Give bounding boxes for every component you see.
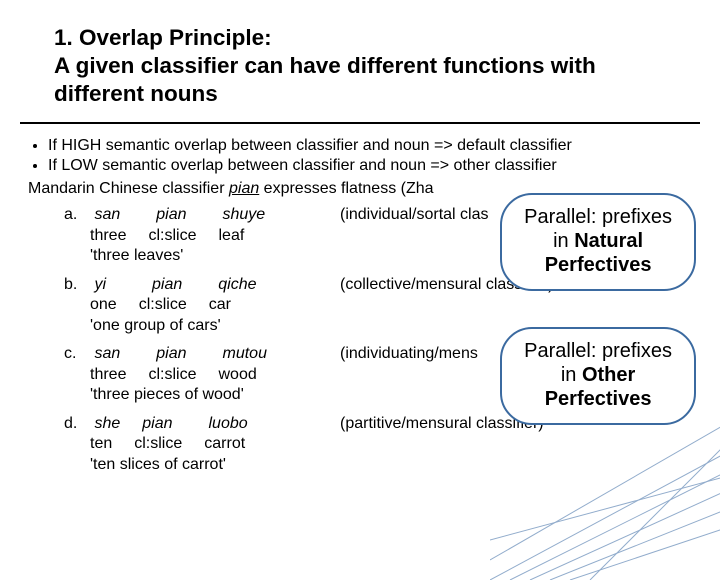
word: mutou [223,344,267,364]
gloss-word: ten [90,434,112,454]
word: pian [156,344,186,364]
bullet-item: If HIGH semantic overlap between classif… [48,136,692,156]
example-gloss: ten cl:slice carrot [90,434,692,454]
word: san [94,205,120,225]
example-words: san pian mutou [94,344,303,364]
slide-title: 1. Overlap Principle: A given classifier… [54,24,666,108]
bullet-item: If LOW semantic overlap between classifi… [48,156,692,176]
word: pian [156,205,186,225]
callout-natural-perfectives: Parallel: prefixes in Natural Perfective… [500,193,696,291]
word: she [94,414,120,434]
callout-line: in [561,364,582,386]
example-label: c. [64,344,90,364]
callout-bold: Natural [574,230,643,252]
example-label: b. [64,275,90,295]
intro-rest: expresses flatness (Zha [259,180,433,197]
title-block: 1. Overlap Principle: A given classifier… [54,24,666,108]
callout-line: Parallel: prefixes [524,340,672,362]
example-translation: 'ten slices of carrot' [90,455,692,475]
intro-prefix: Mandarin Chinese classifier [28,180,229,197]
callout-bold: Other [582,364,635,386]
word: shuye [223,205,266,225]
callout-bold: Perfectives [545,388,652,410]
word: pian [142,414,172,434]
title-underline [20,122,700,124]
bullet-list: If HIGH semantic overlap between classif… [28,136,692,177]
example-words: she pian luobo [94,414,283,434]
example-words: san pian shuye [94,205,301,225]
example-label: a. [64,205,90,225]
gloss-word: carrot [204,434,245,454]
callout-other-perfectives: Parallel: prefixes in Other Perfectives [500,327,696,425]
word: yi [94,275,106,295]
example-gloss: one cl:slice car [90,295,692,315]
example-words: yi pian qiche [94,275,292,295]
gloss-word: car [209,295,231,315]
callout-line: Parallel: prefixes [524,206,672,228]
example-note: (individuating/mens [340,344,478,364]
gloss-word: three [90,226,126,246]
word: pian [152,275,182,295]
title-line2: A given classifier can have different fu… [54,53,596,106]
word: luobo [209,414,248,434]
example-label: d. [64,414,90,434]
gloss-word: cl:slice [134,434,182,454]
example-note: (individual/sortal clas [340,205,489,225]
word: san [94,344,120,364]
intro-term: pian [229,180,259,197]
callout-bold: Perfectives [545,254,652,276]
gloss-word: wood [218,365,256,385]
content-area: If HIGH semantic overlap between classif… [28,136,692,483]
title-line1: 1. Overlap Principle: [54,25,272,50]
gloss-word: cl:slice [148,226,196,246]
gloss-word: cl:slice [139,295,187,315]
gloss-word: leaf [218,226,244,246]
word: qiche [218,275,256,295]
gloss-word: one [90,295,117,315]
gloss-word: three [90,365,126,385]
slide: 1. Overlap Principle: A given classifier… [0,0,720,540]
gloss-word: cl:slice [148,365,196,385]
callout-line: in [553,230,574,252]
